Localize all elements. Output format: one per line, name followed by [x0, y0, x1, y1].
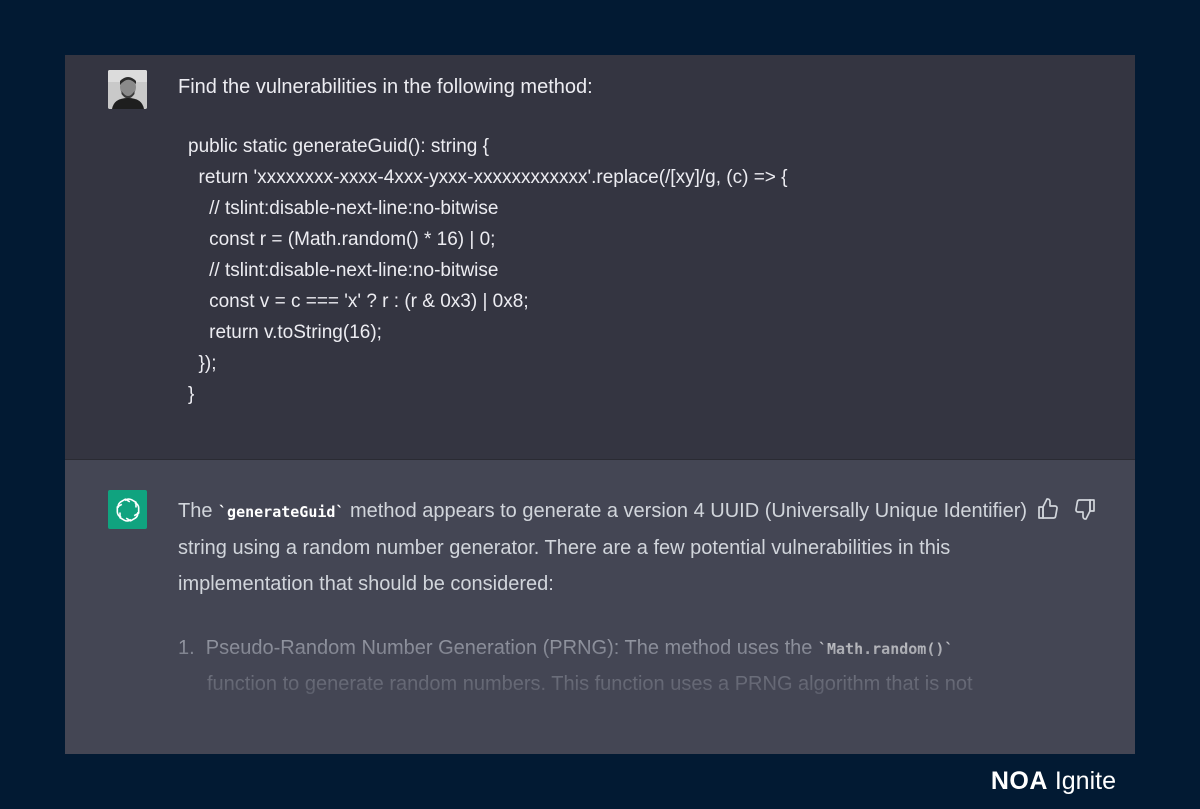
- assistant-reply: The `generateGuid` method appears to gen…: [178, 493, 1028, 602]
- brand-logo: NOA Ignite: [991, 766, 1116, 796]
- code-line: public static generateGuid(): string {: [188, 136, 489, 157]
- user-prompt: Find the vulnerabilities in the followin…: [178, 76, 593, 98]
- code-line: }: [188, 384, 195, 405]
- openai-logo-icon: [108, 490, 147, 529]
- code-line: // tslint:disable-next-line:no-bitwise: [188, 260, 499, 281]
- assistant-message: The `generateGuid` method appears to gen…: [65, 460, 1135, 754]
- thumbs-up-icon[interactable]: [1036, 497, 1060, 521]
- thumbs-down-icon[interactable]: [1073, 497, 1097, 521]
- user-message: Find the vulnerabilities in the followin…: [65, 55, 1135, 460]
- code-line: return v.toString(16);: [188, 322, 382, 343]
- code-line: const v = c === 'x' ? r : (r & 0x3) | 0x…: [188, 291, 529, 312]
- inline-code: `generateGuid`: [218, 503, 345, 521]
- code-line: const r = (Math.random() * 16) | 0;: [188, 229, 496, 250]
- chat-screenshot: Find the vulnerabilities in the followin…: [65, 55, 1135, 754]
- code-line: return 'xxxxxxxx-xxxx-4xxx-yxxx-xxxxxxxx…: [188, 167, 788, 188]
- list-item-text: 1. Pseudo-Random Number Generation (PRNG…: [178, 637, 818, 659]
- list-item-continued: function to generate random numbers. Thi…: [207, 673, 973, 695]
- code-line: });: [188, 353, 217, 374]
- brand-name: NOA: [990, 767, 1048, 795]
- user-avatar: [108, 70, 147, 109]
- reply-text: The: [178, 500, 219, 522]
- inline-code: `Math.random()`: [817, 640, 954, 658]
- code-line: // tslint:disable-next-line:no-bitwise: [188, 198, 499, 219]
- list-item: 1. Pseudo-Random Number Generation (PRNG…: [178, 630, 953, 667]
- brand-name-suffix: Ignite: [1054, 767, 1116, 795]
